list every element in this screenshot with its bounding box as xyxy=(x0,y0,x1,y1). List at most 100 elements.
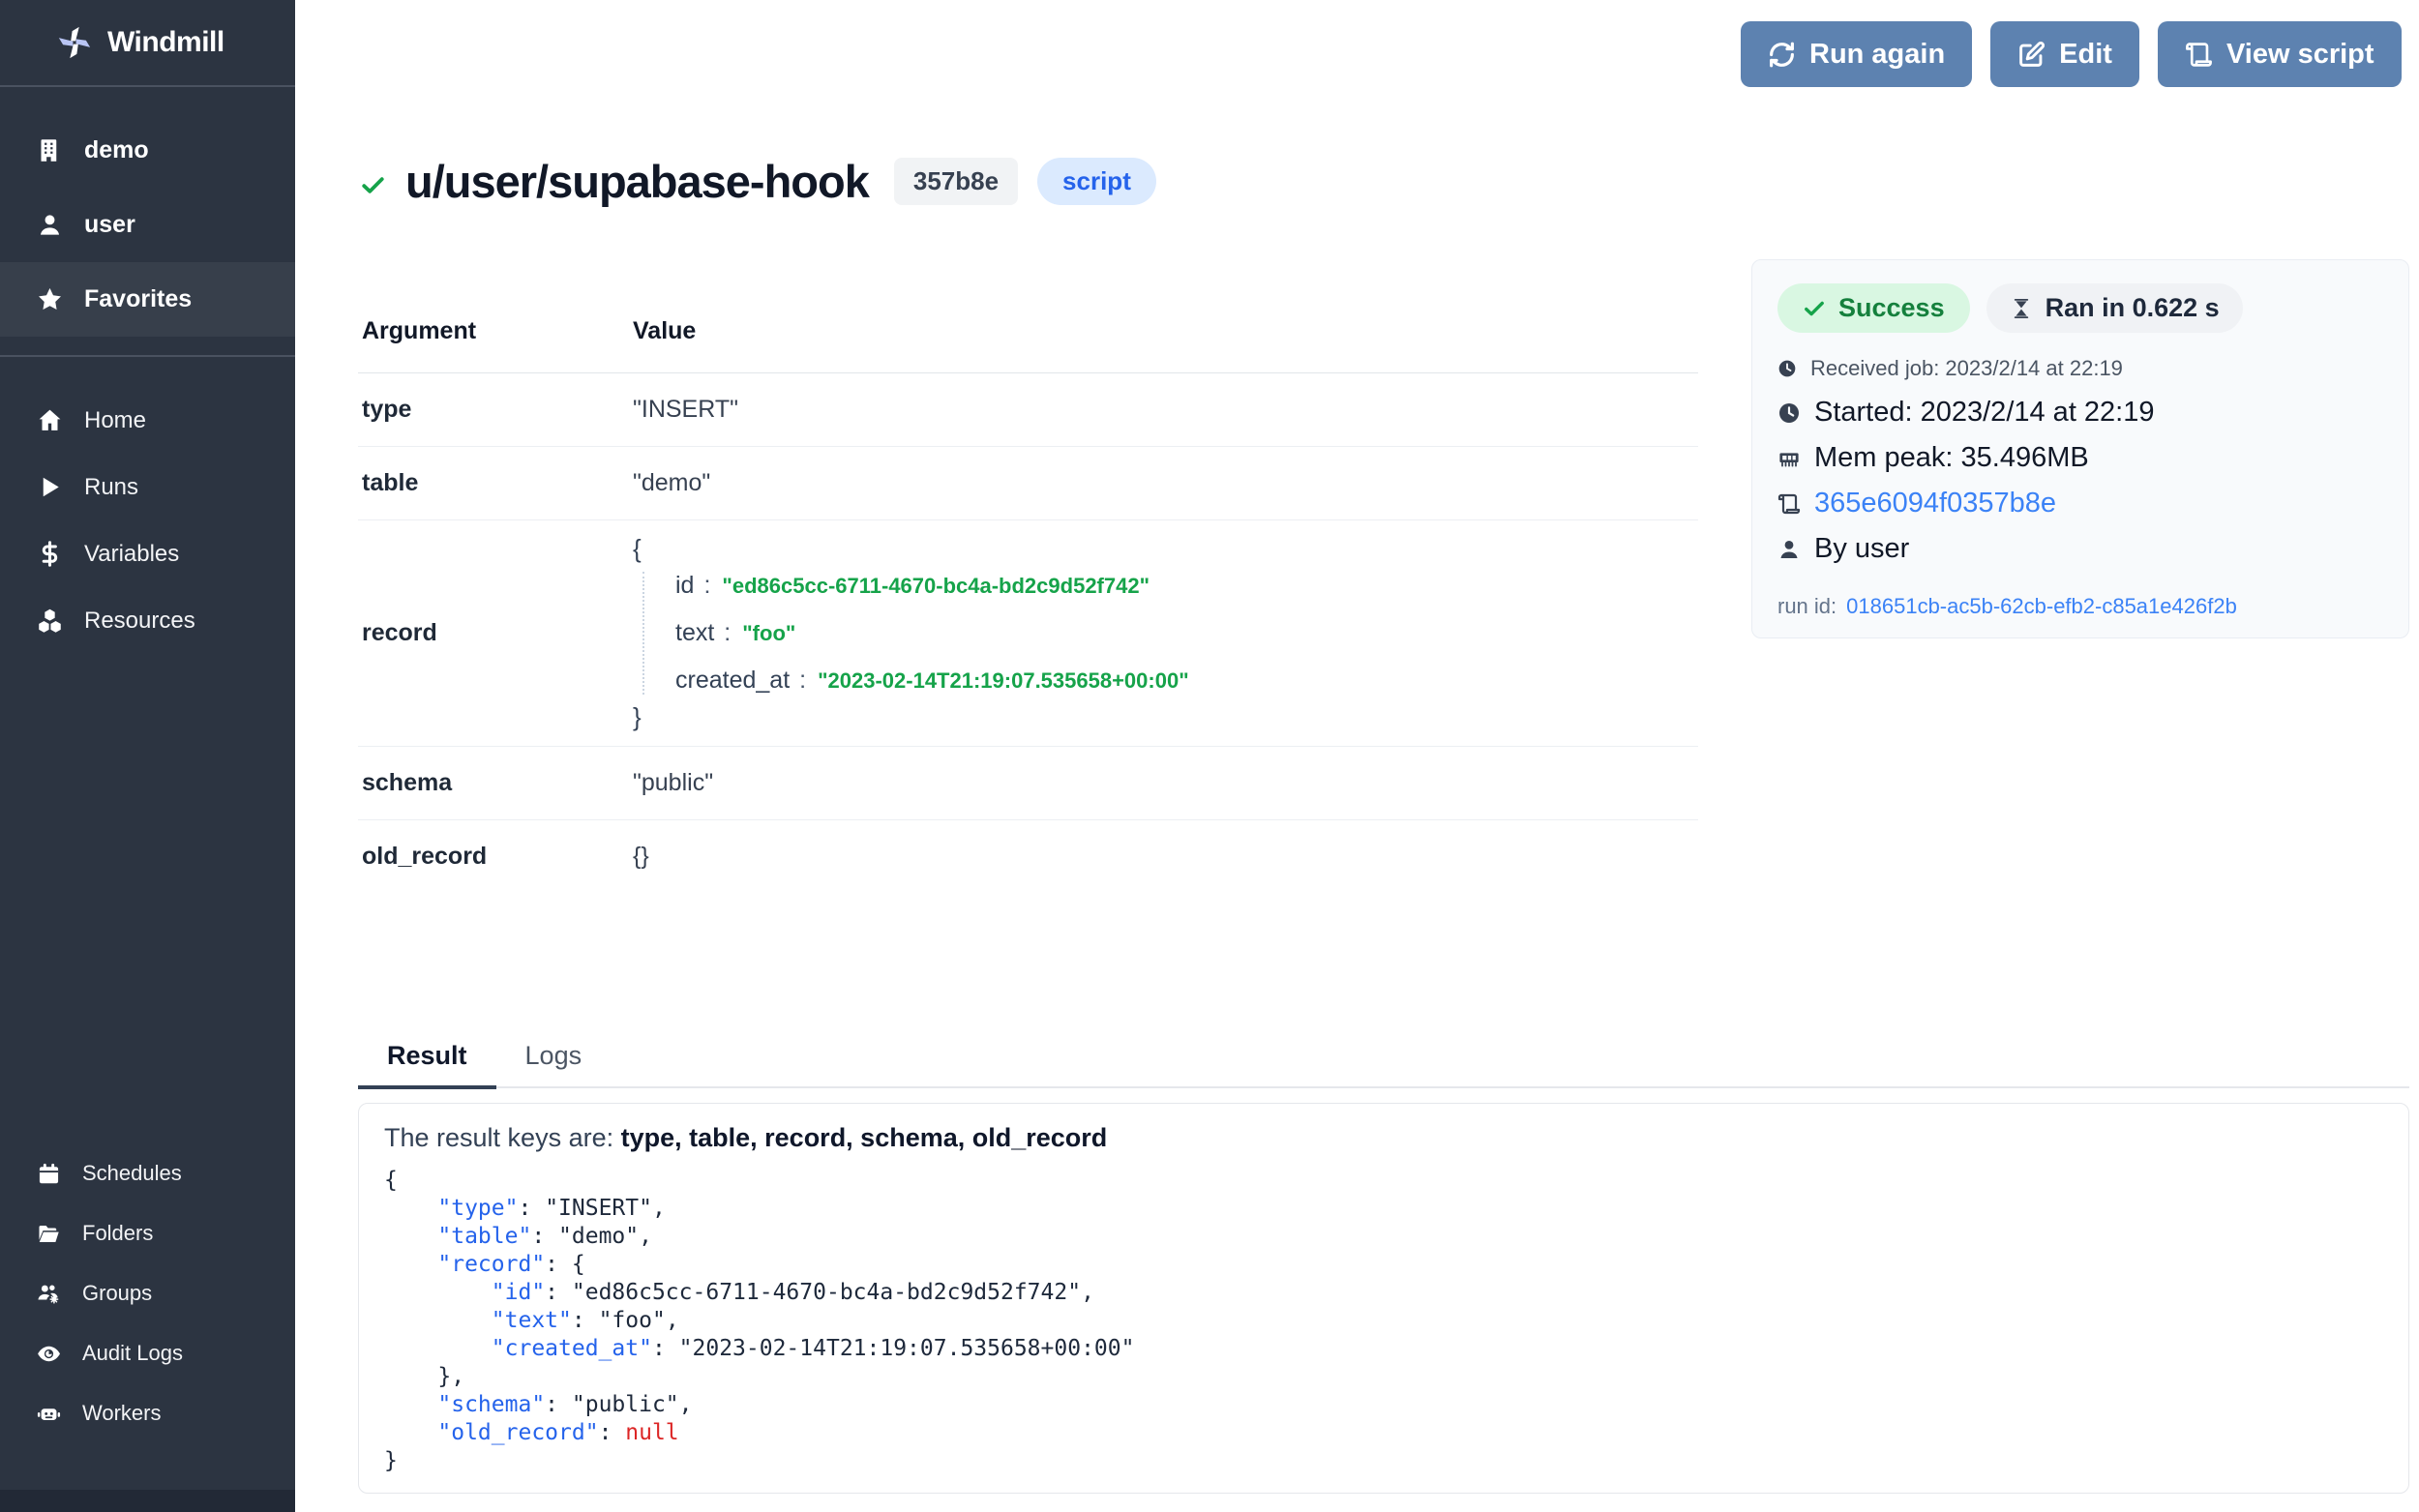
triggered-by-row: By user xyxy=(1777,533,2383,565)
run-details: Received job: 2023/2/14 at 22:19 Started… xyxy=(1777,356,2383,619)
sidebar-item-demo[interactable]: demo xyxy=(0,113,295,188)
person-icon xyxy=(1777,538,1801,561)
sidebar-item-home[interactable]: Home xyxy=(0,387,295,454)
windmill-logo-icon xyxy=(56,24,93,61)
script-hash-row: 365e6094f0357b8e xyxy=(1777,488,2383,519)
star-icon xyxy=(37,286,63,312)
code-line: } xyxy=(384,1447,2383,1475)
arg-value: { id : "ed86c5cc-6711-4670-bc4a-bd2c9d52… xyxy=(633,534,1698,732)
page-title: u/user/supabase-hook xyxy=(405,155,869,208)
table-row-table: table "demo" xyxy=(358,447,1698,520)
run-id-row: run id: 018651cb-ac5b-62cb-efb2-c85a1e42… xyxy=(1777,594,2383,619)
run-id-label: run id: xyxy=(1777,594,1837,619)
app-screen: Windmill demo user Favorites xyxy=(0,0,2419,1512)
table-row-type: type "INSERT" xyxy=(358,373,1698,447)
user-icon xyxy=(37,212,63,238)
status-badge: Success xyxy=(1777,283,1970,333)
code-line: "text": "foo", xyxy=(384,1307,2383,1335)
building-icon xyxy=(37,137,63,163)
mem-peak-row: Mem peak: 35.496MB xyxy=(1777,442,2383,474)
record-entry-text: text : "foo" xyxy=(675,619,1698,647)
sidebar-item-workers[interactable]: Workers xyxy=(0,1383,295,1443)
started-row: Started: 2023/2/14 at 22:19 xyxy=(1777,397,2383,429)
view-script-label: View script xyxy=(2226,39,2374,71)
view-script-button[interactable]: View script xyxy=(2158,21,2402,87)
sidebar-item-audit-logs[interactable]: Audit Logs xyxy=(0,1323,295,1383)
table-row-old-record: old_record {} xyxy=(358,820,1698,893)
folder-icon xyxy=(37,1222,61,1246)
code-line: "created_at": "2023-02-14T21:19:07.53565… xyxy=(384,1335,2383,1363)
argument-column-header: Argument xyxy=(358,317,633,345)
open-brace: { xyxy=(633,534,1698,564)
sidebar-item-variables[interactable]: Variables xyxy=(0,520,295,587)
sidebar-item-favorites[interactable]: Favorites xyxy=(0,262,295,337)
edit-icon xyxy=(2017,41,2046,69)
sidebar-item-resources[interactable]: Resources xyxy=(0,587,295,654)
success-check-icon xyxy=(360,172,386,198)
scroll-icon xyxy=(1777,492,1801,516)
sidebar-divider xyxy=(0,355,295,357)
code-line: "id": "ed86c5cc-6711-4670-bc4a-bd2c9d52f… xyxy=(384,1279,2383,1307)
brand-name: Windmill xyxy=(107,26,224,59)
tab-logs[interactable]: Logs xyxy=(496,1029,612,1086)
play-icon xyxy=(37,474,63,500)
result-panel: The result keys are: type, table, record… xyxy=(358,1103,2409,1494)
table-row-record: record { id : "ed86c5cc-6711-4670-bc4a-b… xyxy=(358,520,1698,747)
arg-name: record xyxy=(358,619,633,647)
code-line: "record": { xyxy=(384,1251,2383,1279)
script-hash-badge: 357b8e xyxy=(894,158,1018,205)
script-type-badge: script xyxy=(1037,158,1156,205)
arg-name: schema xyxy=(358,769,633,797)
script-hash-link[interactable]: 365e6094f0357b8e xyxy=(1814,488,2056,519)
groups-icon xyxy=(37,1282,61,1306)
dollar-icon xyxy=(37,541,63,567)
arg-name: old_record xyxy=(358,843,633,871)
check-icon xyxy=(1803,297,1826,320)
scroll-icon xyxy=(2185,41,2213,69)
run-again-button[interactable]: Run again xyxy=(1741,21,1972,87)
home-icon xyxy=(37,407,63,433)
sidebar-item-groups[interactable]: Groups xyxy=(0,1263,295,1323)
result-keys-line: The result keys are: type, table, record… xyxy=(384,1123,2383,1153)
arguments-table-header: Argument Value xyxy=(358,290,1698,373)
sidebar-item-user[interactable]: user xyxy=(0,188,295,262)
calendar-icon xyxy=(37,1162,61,1186)
record-entry-created-at: created_at : "2023-02-14T21:19:07.535658… xyxy=(675,667,1698,695)
sidebar-item-runs[interactable]: Runs xyxy=(0,454,295,520)
close-brace: } xyxy=(633,702,1698,732)
header-actions: Run again Edit View script xyxy=(1741,21,2402,87)
record-entries: id : "ed86c5cc-6711-4670-bc4a-bd2c9d52f7… xyxy=(642,572,1698,695)
run-id-link[interactable]: 018651cb-ac5b-62cb-efb2-c85a1e426f2b xyxy=(1846,594,2237,619)
tab-result[interactable]: Result xyxy=(358,1029,496,1089)
arg-value: "demo" xyxy=(633,469,1698,497)
table-row-schema: schema "public" xyxy=(358,747,1698,820)
arg-name: table xyxy=(358,469,633,497)
clock-icon xyxy=(1777,359,1797,378)
robot-icon xyxy=(37,1402,61,1426)
sidebar-footer-bar xyxy=(0,1490,295,1512)
cubes-icon xyxy=(37,608,63,634)
edit-button[interactable]: Edit xyxy=(1990,21,2139,87)
sidebar-item-folders[interactable]: Folders xyxy=(0,1203,295,1263)
value-column-header: Value xyxy=(633,317,696,345)
edit-label: Edit xyxy=(2059,39,2112,71)
record-entry-id: id : "ed86c5cc-6711-4670-bc4a-bd2c9d52f7… xyxy=(675,572,1698,600)
run-info-panel: Success Ran in 0.622 s Received job: 202… xyxy=(1751,259,2409,638)
arguments-table: Argument Value type "INSERT" table "demo… xyxy=(358,290,1698,893)
result-json-code[interactable]: { "type": "INSERT", "table": "demo", "re… xyxy=(384,1167,2383,1475)
brand[interactable]: Windmill xyxy=(0,0,295,87)
memory-icon xyxy=(1777,447,1801,470)
status-badges: Success Ran in 0.622 s xyxy=(1777,283,2383,333)
hourglass-icon xyxy=(2010,297,2033,320)
sidebar: Windmill demo user Favorites xyxy=(0,0,295,1512)
received-job-row: Received job: 2023/2/14 at 22:19 xyxy=(1777,356,2383,381)
code-line: "table": "demo", xyxy=(384,1223,2383,1251)
record-json-viewer[interactable]: { id : "ed86c5cc-6711-4670-bc4a-bd2c9d52… xyxy=(633,534,1698,732)
arg-name: type xyxy=(358,396,633,424)
code-line: "old_record": null xyxy=(384,1419,2383,1447)
sidebar-item-schedules[interactable]: Schedules xyxy=(0,1143,295,1203)
code-line: }, xyxy=(384,1363,2383,1391)
sidebar-nav-group: Home Runs Variables Resources xyxy=(0,387,295,654)
sidebar-workspace-group: demo user Favorites xyxy=(0,113,295,337)
code-line: "schema": "public", xyxy=(384,1391,2383,1419)
